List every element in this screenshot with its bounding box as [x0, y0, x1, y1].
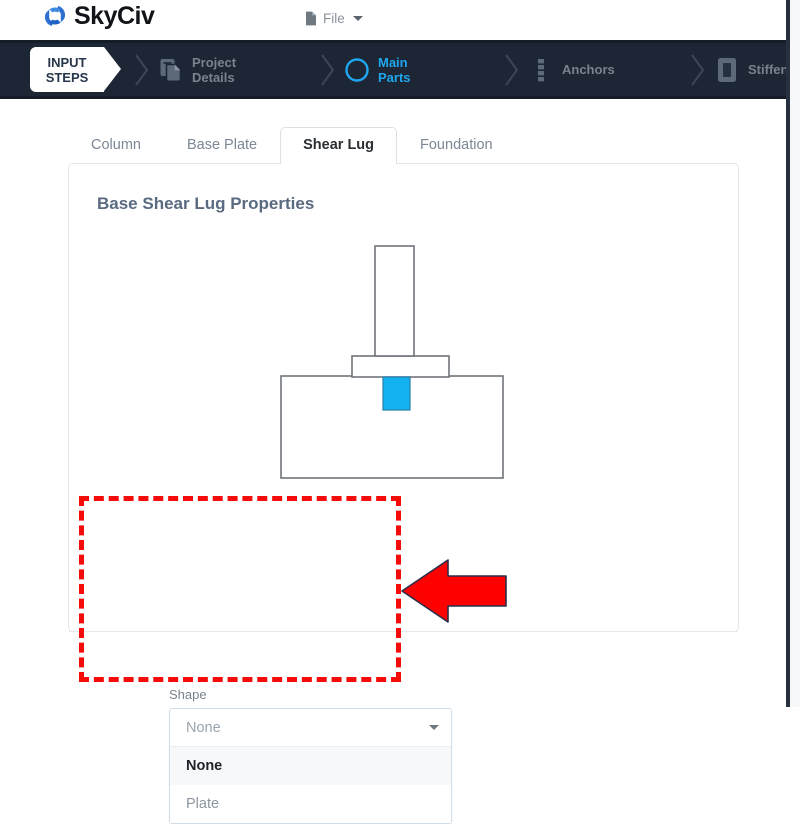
step-main-parts[interactable]: Main Parts: [336, 43, 504, 96]
brand-name: SkyCiv: [74, 2, 155, 30]
step-separator: [690, 53, 706, 87]
input-steps-chip: INPUT STEPS: [30, 47, 121, 92]
tab-base-plate[interactable]: Base Plate: [164, 127, 280, 163]
shear-lug-elevation-diagram: [259, 234, 559, 494]
shape-option-none[interactable]: None: [170, 747, 451, 785]
copy-documents-icon: [150, 57, 192, 82]
app-header: SkyCiv File: [0, 0, 790, 40]
tab-column[interactable]: Column: [68, 127, 164, 163]
brand-logo[interactable]: SkyCiv: [42, 2, 155, 30]
shear-lug-panel: Base Shear Lug Properties Shape None Non…: [68, 163, 739, 824]
step-project-details-label: Project Details: [192, 54, 237, 85]
step-anchors-label: Anchors: [562, 62, 615, 77]
step-project-details[interactable]: Project Details: [150, 43, 320, 96]
right-side-rail: [790, 0, 800, 707]
input-steps-bar: INPUT STEPS Project Details Main Parts A…: [0, 40, 790, 99]
step-stiffeners[interactable]: Stiffeners: [706, 43, 790, 96]
step-separator: [504, 53, 520, 87]
step-separator: [320, 53, 336, 87]
skyciv-hexagon-logo-icon: [42, 3, 68, 29]
chevron-down-icon: [429, 725, 439, 730]
input-steps-label: INPUT STEPS: [45, 54, 89, 85]
shape-field-label: Shape: [169, 687, 207, 702]
chip-arrow-shape: [104, 47, 121, 91]
step-main-parts-label: Main Parts: [378, 54, 411, 85]
card-divider: [69, 631, 738, 632]
shape-select[interactable]: None None Plate: [169, 708, 452, 824]
vertical-dots-icon: [520, 57, 562, 83]
step-anchors[interactable]: Anchors: [520, 43, 690, 96]
shear-lug-shape: [382, 376, 411, 411]
column-shape: [374, 245, 415, 357]
step-stiffeners-label: Stiffeners: [748, 62, 790, 77]
shape-select-trigger[interactable]: None: [170, 709, 451, 747]
base-plate-shape: [351, 355, 450, 378]
file-menu-label: File: [323, 11, 345, 26]
file-menu-button[interactable]: File: [305, 11, 363, 26]
shape-select-value: None: [186, 719, 221, 736]
tab-foundation[interactable]: Foundation: [397, 127, 516, 163]
page-title: Base Shear Lug Properties: [97, 194, 315, 213]
plate-rect-icon: [706, 56, 748, 84]
step-separator: [134, 53, 150, 87]
document-icon: [305, 11, 317, 26]
circle-icon: [336, 57, 378, 83]
shape-field: Shape None None Plate: [169, 687, 452, 824]
chevron-down-icon: [352, 16, 363, 21]
tab-shear-lug[interactable]: Shear Lug: [280, 127, 398, 164]
parts-tab-strip: Column Base Plate Shear Lug Foundation: [68, 127, 740, 164]
shape-option-plate[interactable]: Plate: [170, 785, 451, 823]
